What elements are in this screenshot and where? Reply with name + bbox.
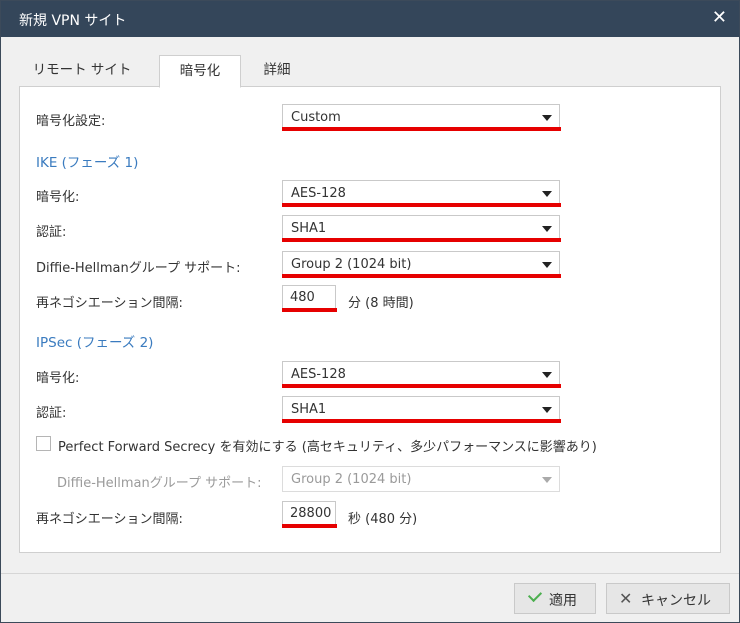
cancel-button[interactable]: ✕ キャンセル [606,583,730,614]
close-icon[interactable]: ✕ [712,7,727,28]
chevron-down-icon [542,191,552,197]
footer-divider [1,573,739,574]
encryption-settings-label: 暗号化設定: [36,114,106,129]
ipsec-dh-select: Group 2 (1024 bit) [282,466,560,492]
ipsec-dh-label: Diffie-Hellmanグループ サポート: [57,476,262,491]
vpn-site-dialog: 新規 VPN サイト ✕ リモート サイト 暗号化 詳細 暗号化設定: Cust… [0,0,740,623]
ike-renegotiation-label: 再ネゴシエーション間隔: [36,296,183,311]
chevron-down-icon [542,407,552,413]
ike-auth-label: 認証: [36,225,67,240]
encryption-settings-value: Custom [291,110,341,125]
close-icon: ✕ [619,589,633,608]
tab-details[interactable]: 詳細 [251,55,303,86]
ipsec-heading: IPSec (フェーズ 2) [36,335,154,351]
chevron-down-icon [542,115,552,121]
ike-dh-value: Group 2 (1024 bit) [291,257,412,272]
chevron-down-icon [542,226,552,232]
apply-button[interactable]: 適用 [514,583,596,614]
chevron-down-icon [542,262,552,268]
highlight-underline [282,238,561,242]
tab-remote-site[interactable]: リモート サイト [19,55,145,86]
highlight-underline [282,308,337,312]
ike-heading: IKE (フェーズ 1) [36,155,139,171]
ipsec-renegotiation-label: 再ネゴシエーション間隔: [36,512,183,527]
pfs-checkbox[interactable] [36,436,51,451]
cancel-button-label: キャンセル [641,593,711,609]
ipsec-auth-value: SHA1 [291,402,327,417]
ike-renegotiation-unit: 分 (8 時間) [348,296,414,311]
highlight-underline [282,203,561,207]
highlight-underline [282,274,561,278]
chevron-down-icon [542,477,552,483]
tab-encryption[interactable]: 暗号化 [159,55,241,88]
ike-encryption-value: AES-128 [291,186,346,201]
ike-auth-value: SHA1 [291,221,327,236]
encryption-panel: 暗号化設定: Custom IKE (フェーズ 1) 暗号化: AES-128 … [19,86,721,553]
apply-button-label: 適用 [549,593,577,609]
ipsec-encryption-value: AES-128 [291,367,346,382]
title-bar: 新規 VPN サイト ✕ [1,1,739,37]
ike-dh-label: Diffie-Hellmanグループ サポート: [36,261,241,276]
highlight-underline [282,384,561,388]
highlight-underline [282,127,561,131]
ike-encryption-label: 暗号化: [36,190,80,205]
highlight-underline [282,419,561,423]
check-icon [527,587,543,603]
dialog-title: 新規 VPN サイト [19,13,127,29]
ipsec-encryption-label: 暗号化: [36,371,80,386]
ipsec-renegotiation-unit: 秒 (480 分) [348,512,418,527]
ipsec-auth-label: 認証: [36,406,67,421]
highlight-underline [282,524,337,528]
chevron-down-icon [542,372,552,378]
ipsec-dh-value: Group 2 (1024 bit) [291,472,412,487]
pfs-label: Perfect Forward Secrecy を有効にする (高セキュリティ、… [58,440,597,455]
